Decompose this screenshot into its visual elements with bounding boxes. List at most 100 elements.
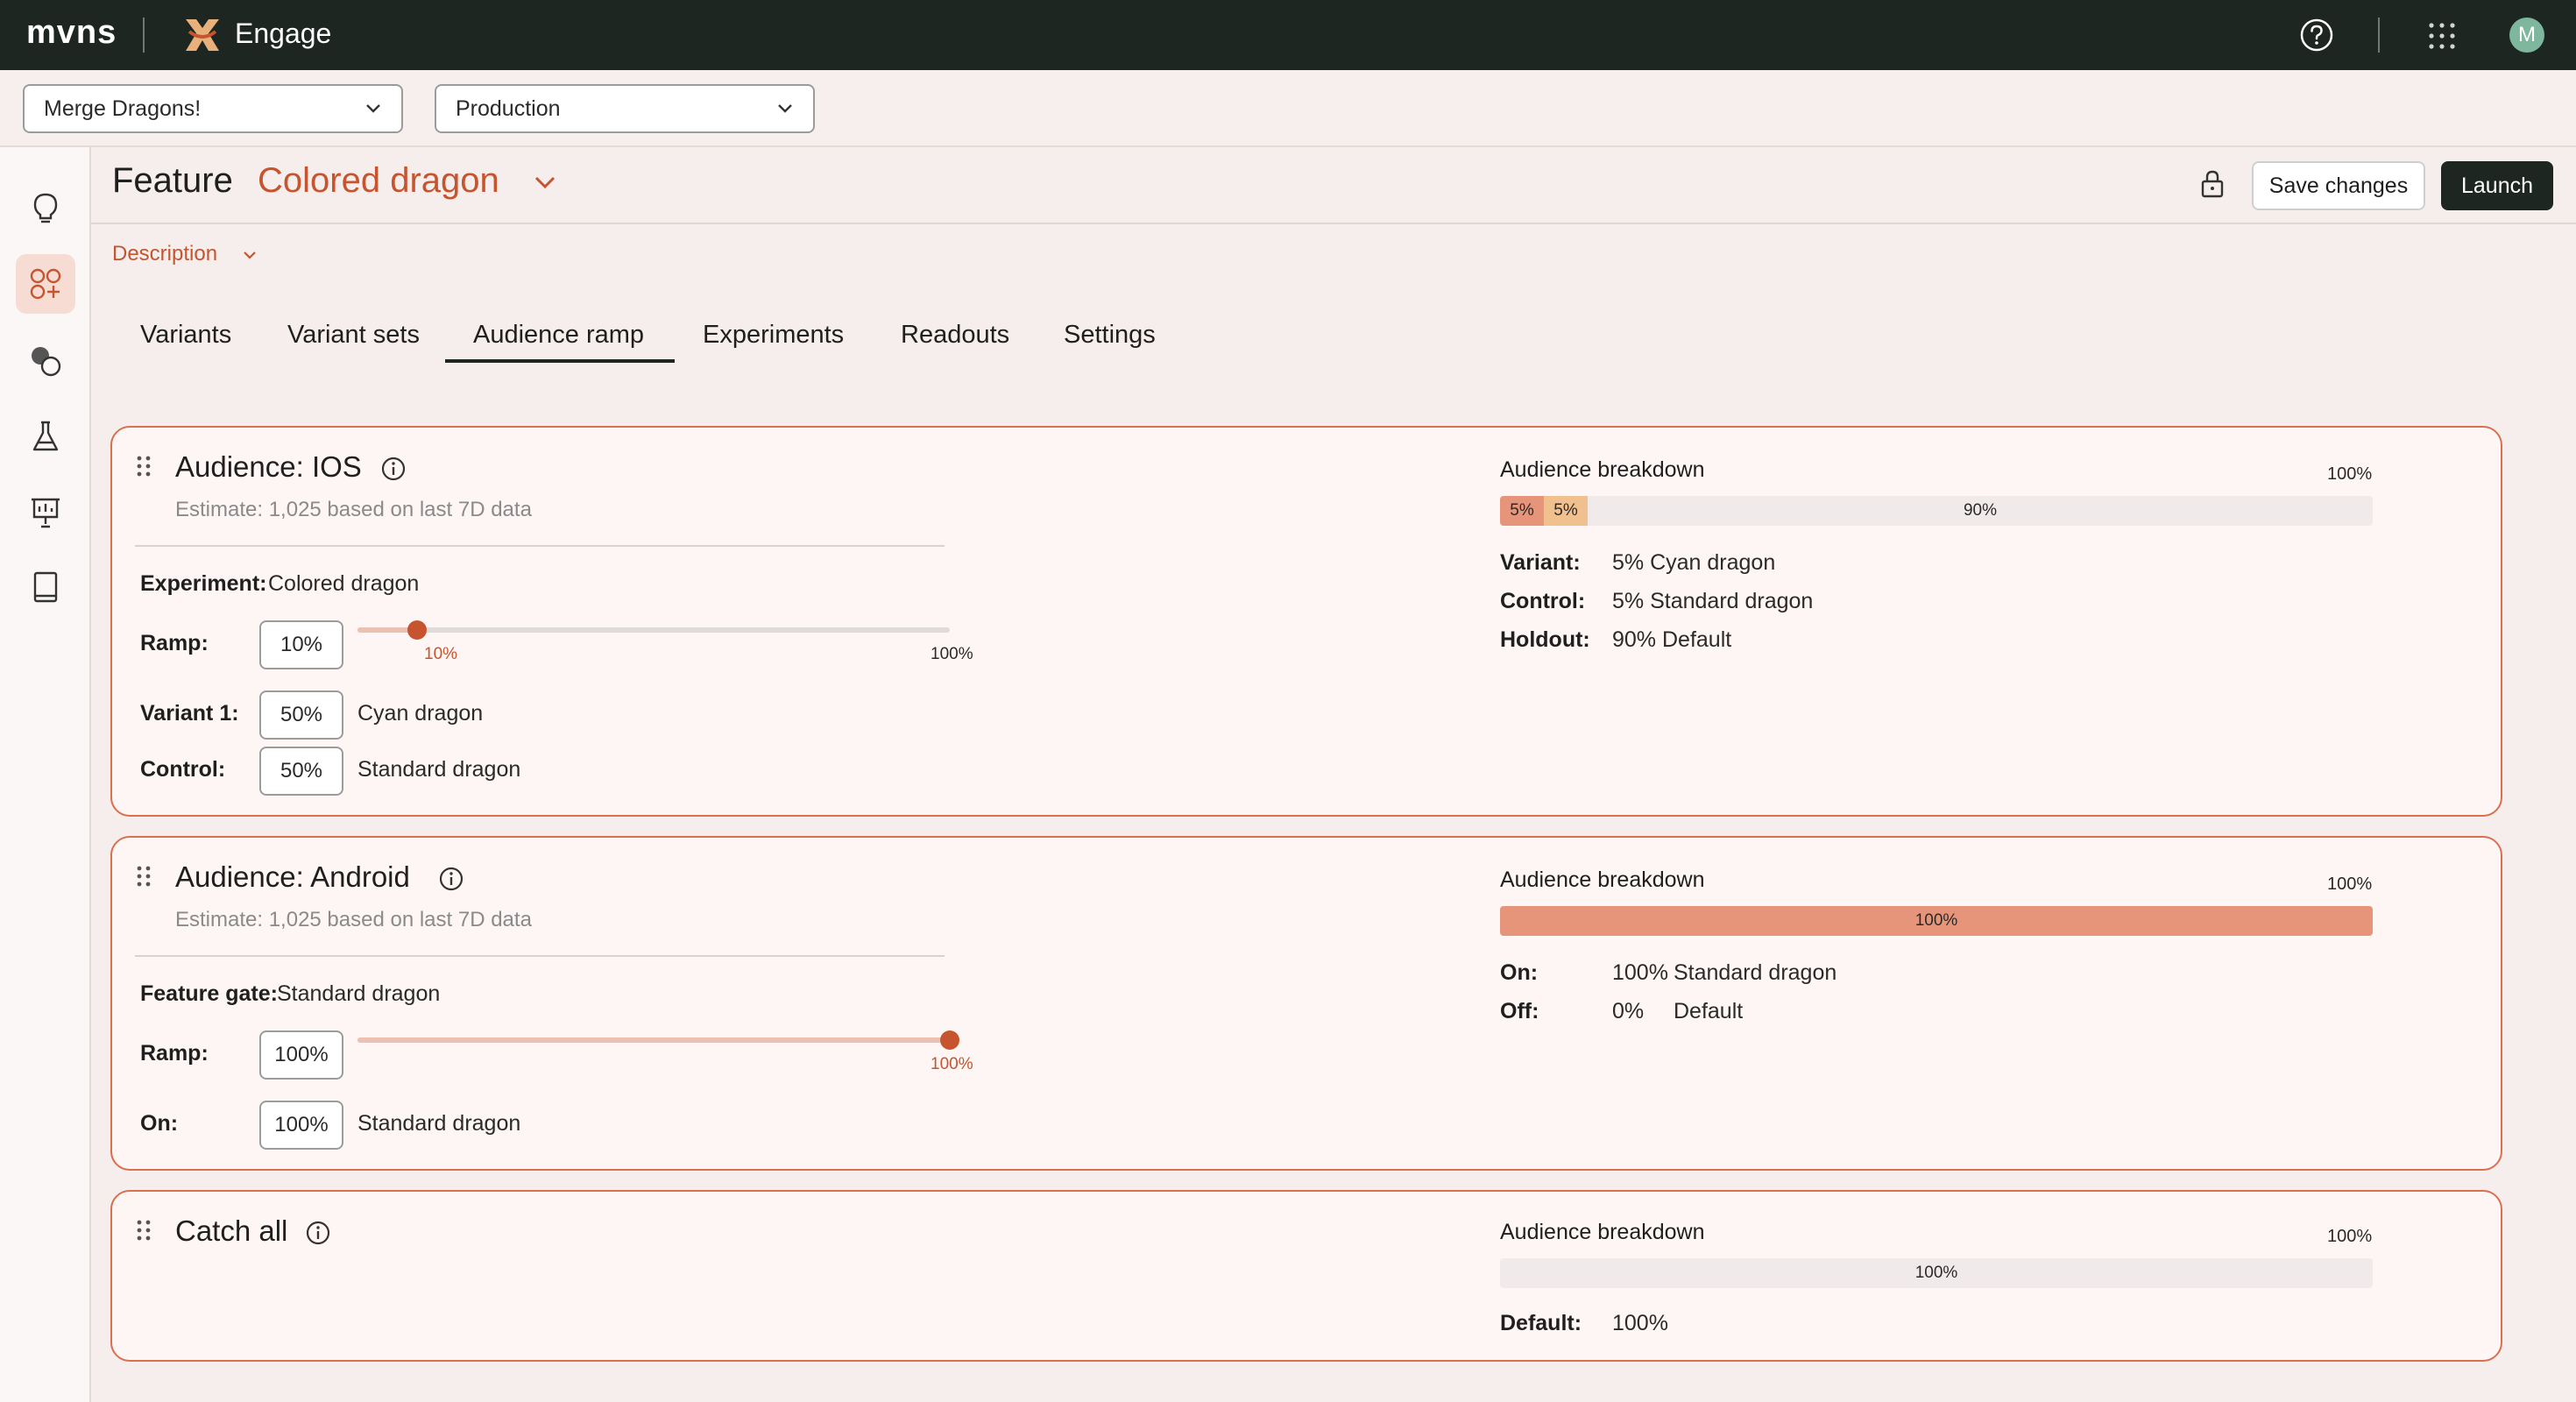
- sidebar-item-variants[interactable]: [16, 331, 75, 391]
- control-name: Standard dragon: [357, 757, 521, 782]
- sidebar-item-readouts[interactable]: [16, 482, 75, 542]
- control-pct-input[interactable]: 50%: [259, 747, 343, 796]
- save-changes-button[interactable]: Save changes: [2252, 161, 2425, 210]
- tab-settings[interactable]: Settings: [1064, 321, 1156, 350]
- ramp-input[interactable]: 10%: [259, 620, 343, 669]
- breakdown-bar: 100%: [1500, 906, 2373, 936]
- ramp-label: Ramp:: [140, 1041, 209, 1066]
- breakdown-holdout-value: 90% Default: [1612, 627, 1732, 652]
- variants-icon: [32, 347, 61, 377]
- tab-audience-ramp[interactable]: Audience ramp: [473, 321, 644, 350]
- launch-button[interactable]: Launch: [2441, 161, 2553, 210]
- audience-card-android: Audience: Android Estimate: 1,025 based …: [110, 836, 2502, 1171]
- sidebar-item-experiments[interactable]: [16, 407, 75, 466]
- game-select[interactable]: Merge Dragons!: [23, 84, 403, 133]
- ramp-slider-fill: [357, 1037, 950, 1043]
- breakdown-on-pct: 100%: [1612, 960, 1668, 985]
- app-name: Engage: [235, 18, 332, 49]
- card-divider: [135, 955, 945, 957]
- chevron-down-icon: [778, 104, 792, 113]
- variant-pct-input[interactable]: 50%: [259, 690, 343, 740]
- ramp-slider-thumb[interactable]: [407, 620, 427, 640]
- help-icon[interactable]: [2299, 18, 2334, 53]
- breakdown-off-value: Default: [1674, 999, 1744, 1023]
- segment-variant: 5%: [1500, 496, 1544, 526]
- segment-control: 5%: [1544, 496, 1588, 526]
- tab-experiments[interactable]: Experiments: [703, 321, 844, 350]
- on-name: Standard dragon: [357, 1111, 521, 1136]
- breakdown-bar: 5% 5% 90%: [1500, 496, 2373, 526]
- audience-estimate: Estimate: 1,025 based on last 7D data: [175, 908, 532, 931]
- ramp-slider-value: 100%: [931, 1055, 973, 1073]
- audience-estimate: Estimate: 1,025 based on last 7D data: [175, 498, 532, 521]
- breakdown-default-label: Default:: [1500, 1311, 1582, 1335]
- breakdown-default-value: 100%: [1612, 1311, 1668, 1335]
- environment-select[interactable]: Production: [435, 84, 815, 133]
- breakdown-control-value: 5% Standard dragon: [1612, 589, 1814, 613]
- breakdown-title: Audience breakdown: [1500, 457, 1705, 482]
- top-bar: mvns Engage M: [0, 0, 2576, 70]
- audience-card-catch-all: Catch all Audience breakdown 100% 100% D…: [110, 1190, 2502, 1362]
- experiments-flask-icon: [32, 421, 59, 451]
- drag-handle-icon[interactable]: [135, 1218, 152, 1243]
- breakdown-off-label: Off:: [1500, 999, 1539, 1023]
- game-select-value: Merge Dragons!: [44, 96, 202, 121]
- feature-name[interactable]: Colored dragon: [258, 161, 499, 201]
- on-label: On:: [140, 1111, 179, 1136]
- tab-readouts[interactable]: Readouts: [901, 321, 1009, 350]
- mvns-logo[interactable]: mvns: [26, 14, 117, 52]
- sidebar-item-docs[interactable]: [16, 557, 75, 617]
- lightbulb-icon: [33, 193, 58, 223]
- lock-icon[interactable]: [2197, 168, 2227, 200]
- ramp-slider-value: 10%: [424, 645, 458, 663]
- topbar-divider: [143, 18, 145, 53]
- breakdown-off-pct: 0%: [1612, 999, 1645, 1023]
- feature-gate-label: Feature gate:: [140, 981, 278, 1006]
- info-icon[interactable]: [305, 1220, 331, 1246]
- experiment-value[interactable]: Colored dragon: [268, 571, 419, 597]
- ramp-input[interactable]: 100%: [259, 1030, 343, 1080]
- chevron-down-icon[interactable]: [533, 173, 557, 191]
- ramp-label: Ramp:: [140, 631, 209, 655]
- audience-title: Audience: Android: [175, 860, 410, 893]
- segment-default: 100%: [1914, 1264, 1958, 1282]
- features-icon: [30, 268, 61, 300]
- on-pct-input[interactable]: 100%: [259, 1101, 343, 1150]
- sidebar-item-ideas[interactable]: [16, 179, 75, 238]
- description-toggle[interactable]: Description: [112, 242, 217, 266]
- info-icon[interactable]: [380, 456, 407, 482]
- drag-handle-icon[interactable]: [135, 454, 152, 478]
- breakdown-on-value: Standard dragon: [1674, 960, 1837, 985]
- breakdown-max: 100%: [2327, 874, 2373, 894]
- breakdown-variant-value: 5% Cyan dragon: [1612, 550, 1776, 575]
- feature-gate-value[interactable]: Standard dragon: [277, 981, 440, 1007]
- info-icon[interactable]: [438, 866, 464, 892]
- active-tab-indicator: [445, 359, 675, 363]
- ramp-slider-track[interactable]: [357, 627, 950, 633]
- control-label: Control:: [140, 757, 226, 782]
- tab-variant-sets[interactable]: Variant sets: [287, 321, 420, 350]
- breakdown-variant-label: Variant:: [1500, 550, 1581, 575]
- breakdown-on-label: On:: [1500, 960, 1539, 985]
- chevron-down-icon[interactable]: [242, 249, 258, 261]
- topbar-divider-right: [2378, 18, 2380, 53]
- chevron-down-icon: [366, 104, 380, 113]
- variant-label: Variant 1:: [140, 701, 239, 726]
- environment-select-value: Production: [456, 96, 561, 121]
- drag-handle-icon[interactable]: [135, 864, 152, 889]
- sidebar: [0, 147, 91, 1402]
- ramp-slider-thumb[interactable]: [940, 1030, 959, 1050]
- tab-variants[interactable]: Variants: [140, 321, 231, 350]
- variant-name: Cyan dragon: [357, 701, 484, 726]
- context-selector-bar: Merge Dragons! Production: [0, 70, 2576, 147]
- user-avatar[interactable]: M: [2509, 18, 2544, 53]
- ramp-slider-max: 100%: [931, 645, 973, 663]
- page-title-label: Feature: [112, 161, 233, 200]
- card-divider: [135, 545, 945, 547]
- engage-logo-icon: [186, 19, 219, 51]
- breakdown-holdout-label: Holdout:: [1500, 627, 1590, 652]
- segment-on: 100%: [1500, 906, 2373, 936]
- sidebar-item-features[interactable]: [16, 254, 75, 314]
- apps-grid-icon[interactable]: [2427, 21, 2457, 51]
- breakdown-control-label: Control:: [1500, 589, 1586, 613]
